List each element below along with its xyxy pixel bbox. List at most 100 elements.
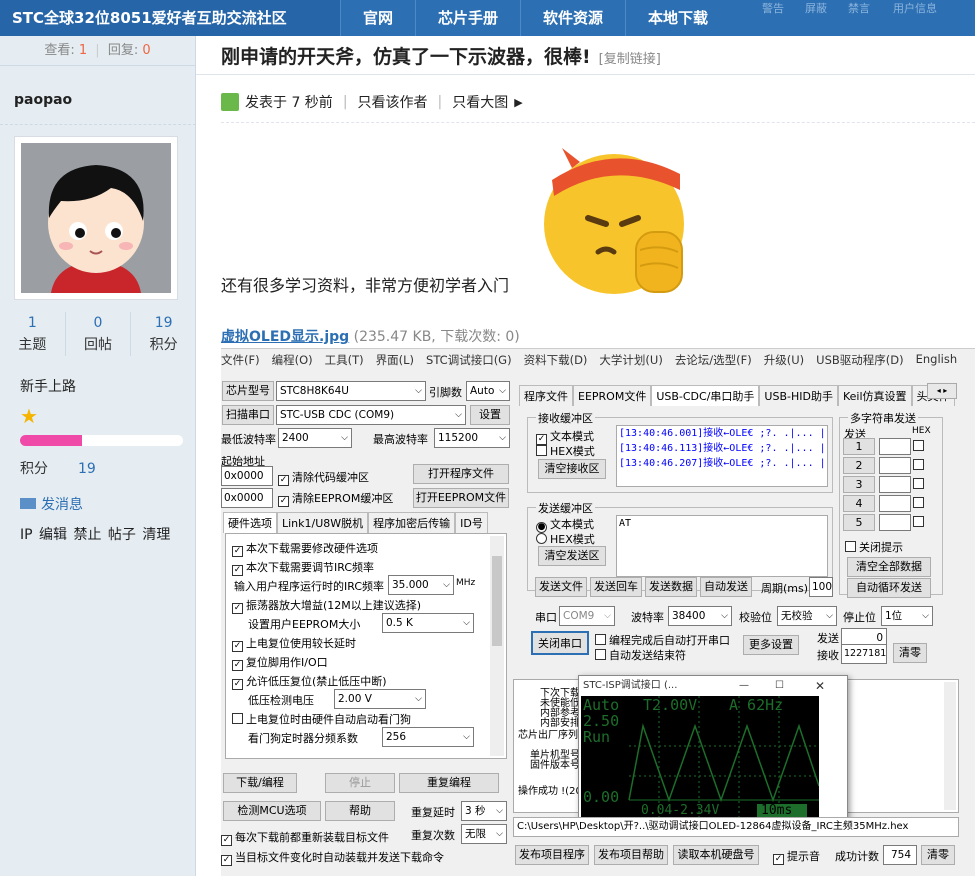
- multi-send-input[interactable]: [879, 495, 911, 512]
- retry-count-select[interactable]: 无限: [461, 824, 507, 844]
- multi-hex-check[interactable]: [913, 478, 927, 491]
- baud-select[interactable]: 38400: [668, 606, 732, 626]
- send-file-button[interactable]: 发送文件: [535, 577, 587, 597]
- site-title[interactable]: STC全球32位8051爱好者互助交流社区: [0, 0, 340, 36]
- send-data-button[interactable]: 发送数据: [645, 577, 697, 597]
- auto-send-button[interactable]: 自动发送: [700, 577, 752, 597]
- author-name[interactable]: paopao: [14, 92, 72, 108]
- multi-send-button[interactable]: 1: [843, 438, 875, 455]
- tab-serial-assistant[interactable]: USB-CDC/串口助手: [651, 385, 760, 406]
- copy-link[interactable]: [复制链接]: [599, 52, 661, 67]
- options-scrollbar[interactable]: [490, 536, 504, 756]
- scan-port-button[interactable]: 扫描串口: [222, 405, 274, 425]
- recv-hex-mode[interactable]: HEX模式: [536, 443, 595, 459]
- reprogram-button[interactable]: 重复编程: [399, 773, 499, 793]
- multi-send-button[interactable]: 5: [843, 514, 875, 531]
- attachment-link[interactable]: 虚拟OLED显示.jpg: [221, 329, 349, 345]
- stopbits-select[interactable]: 1位: [881, 606, 933, 626]
- tab-keil[interactable]: Keil仿真设置: [837, 385, 912, 406]
- stat-topics[interactable]: 1 主题: [0, 312, 66, 356]
- start-addr-code[interactable]: 0x0000: [221, 466, 273, 486]
- multi-send-input[interactable]: [879, 438, 911, 455]
- send-text-area[interactable]: AT: [616, 515, 828, 577]
- nav-official[interactable]: 官网: [340, 0, 415, 36]
- reload-check[interactable]: ✓ 每次下载前都重新装载目标文件: [221, 829, 389, 846]
- eeprom-size-select[interactable]: 0.5 K: [382, 613, 474, 633]
- open-eeprom-button[interactable]: 打开EEPROM文件: [413, 488, 509, 508]
- close-tip-check[interactable]: 关闭提示: [845, 539, 903, 555]
- close-port-button[interactable]: 关闭串口: [531, 631, 589, 655]
- nav-local-download[interactable]: 本地下载: [625, 0, 730, 36]
- max-baud-select[interactable]: 115200: [434, 428, 510, 448]
- close-icon[interactable]: ✕: [815, 676, 825, 696]
- auto-end-check[interactable]: 自动发送结束符: [595, 647, 686, 663]
- minimize-icon[interactable]: —: [739, 676, 749, 696]
- more-settings-button[interactable]: 更多设置: [743, 635, 799, 655]
- auto-open-check[interactable]: 编程完成后自动打开串口: [595, 632, 730, 648]
- nav-software[interactable]: 软件资源: [520, 0, 625, 36]
- start-addr-eeprom[interactable]: 0x0000: [221, 488, 273, 508]
- stat-posts[interactable]: 0 回帖: [66, 312, 132, 356]
- multi-send-input[interactable]: [879, 514, 911, 531]
- log-scrollbar[interactable]: [944, 682, 956, 810]
- multi-hex-check[interactable]: [913, 516, 927, 529]
- help-button[interactable]: 帮助: [325, 801, 395, 821]
- auto-load-check[interactable]: ✓ 当目标文件变化时自动装载并发送下载命令: [221, 849, 444, 866]
- avatar[interactable]: [14, 136, 178, 300]
- multi-send-input[interactable]: [879, 476, 911, 493]
- tab-program-file[interactable]: 程序文件: [519, 385, 573, 406]
- maximize-icon[interactable]: ☐: [775, 676, 784, 696]
- multi-send-input[interactable]: [879, 457, 911, 474]
- check-mcu-button[interactable]: 检测MCU选项: [223, 801, 321, 821]
- auto-loop-button[interactable]: 自动循环发送: [847, 578, 931, 598]
- user-rank[interactable]: 新手上路: [20, 376, 76, 396]
- publish-help-button[interactable]: 发布项目帮助: [594, 845, 668, 865]
- clear-recv-button[interactable]: 清空接收区: [538, 459, 606, 479]
- big-image-link[interactable]: 只看大图: [452, 92, 508, 112]
- clear-code-check[interactable]: ✓ 清除代码缓冲区: [278, 469, 369, 486]
- multi-send-button[interactable]: 2: [843, 457, 875, 474]
- tab-encrypt[interactable]: 程序加密后传输: [368, 512, 456, 533]
- send-hex-mode[interactable]: HEX模式: [536, 531, 595, 547]
- retry-delay-select[interactable]: 3 秒: [461, 801, 507, 821]
- multi-send-button[interactable]: 3: [843, 476, 875, 493]
- multi-send-button[interactable]: 4: [843, 495, 875, 512]
- clear-eeprom-check[interactable]: ✓ 清除EEPROM缓冲区: [278, 490, 393, 507]
- com-select[interactable]: COM9: [559, 606, 615, 626]
- read-disk-button[interactable]: 读取本机硬盘号: [673, 845, 759, 865]
- tab-link1[interactable]: Link1/U8W脱机: [277, 512, 369, 533]
- min-baud-select[interactable]: 2400: [278, 428, 352, 448]
- tab-eeprom-file[interactable]: EEPROM文件: [573, 385, 652, 406]
- chip-type-select[interactable]: STC8H8K64U: [276, 381, 426, 401]
- tab-hid-assistant[interactable]: USB-HID助手: [759, 385, 838, 406]
- stop-button[interactable]: 停止: [325, 773, 395, 793]
- clear-all-button[interactable]: 清空全部数据: [847, 557, 931, 577]
- admin-tools[interactable]: IP 编辑 禁止 帖子 清理: [20, 524, 170, 544]
- settings-button[interactable]: 设置: [470, 405, 510, 425]
- stat-points[interactable]: 19 积分: [131, 312, 196, 356]
- nav-chip-manual[interactable]: 芯片手册: [415, 0, 520, 36]
- period-input[interactable]: 100: [809, 577, 833, 597]
- clear-send-button[interactable]: 清空发送区: [538, 546, 606, 566]
- irc-select[interactable]: 35.000: [388, 575, 454, 595]
- zero-button[interactable]: 清零: [893, 643, 927, 663]
- parity-select[interactable]: 无校验: [777, 606, 837, 626]
- tab-id[interactable]: ID号: [455, 512, 488, 533]
- beep-check[interactable]: ✓ 提示音: [773, 848, 820, 865]
- multi-hex-check[interactable]: [913, 497, 927, 510]
- download-button[interactable]: 下载/编程: [223, 773, 297, 793]
- tab-hardware[interactable]: 硬件选项: [223, 512, 277, 533]
- pin-select[interactable]: Auto: [466, 381, 510, 401]
- only-author-link[interactable]: 只看该作者: [358, 92, 428, 112]
- chip-type-button[interactable]: 芯片型号: [222, 381, 274, 401]
- send-message-link[interactable]: 发消息: [20, 494, 83, 514]
- open-program-button[interactable]: 打开程序文件: [413, 464, 509, 484]
- low-volt-select[interactable]: 2.00 V: [334, 689, 426, 709]
- clear-count-button[interactable]: 清零: [921, 845, 955, 865]
- port-select[interactable]: STC-USB CDC (COM9): [276, 405, 466, 425]
- send-enter-button[interactable]: 发送回车: [590, 577, 642, 597]
- multi-hex-check[interactable]: [913, 459, 927, 472]
- multi-hex-check[interactable]: [913, 440, 927, 453]
- tab-scroll-arrows[interactable]: ◂ ▸: [927, 383, 957, 399]
- wdt-select[interactable]: 256: [382, 727, 474, 747]
